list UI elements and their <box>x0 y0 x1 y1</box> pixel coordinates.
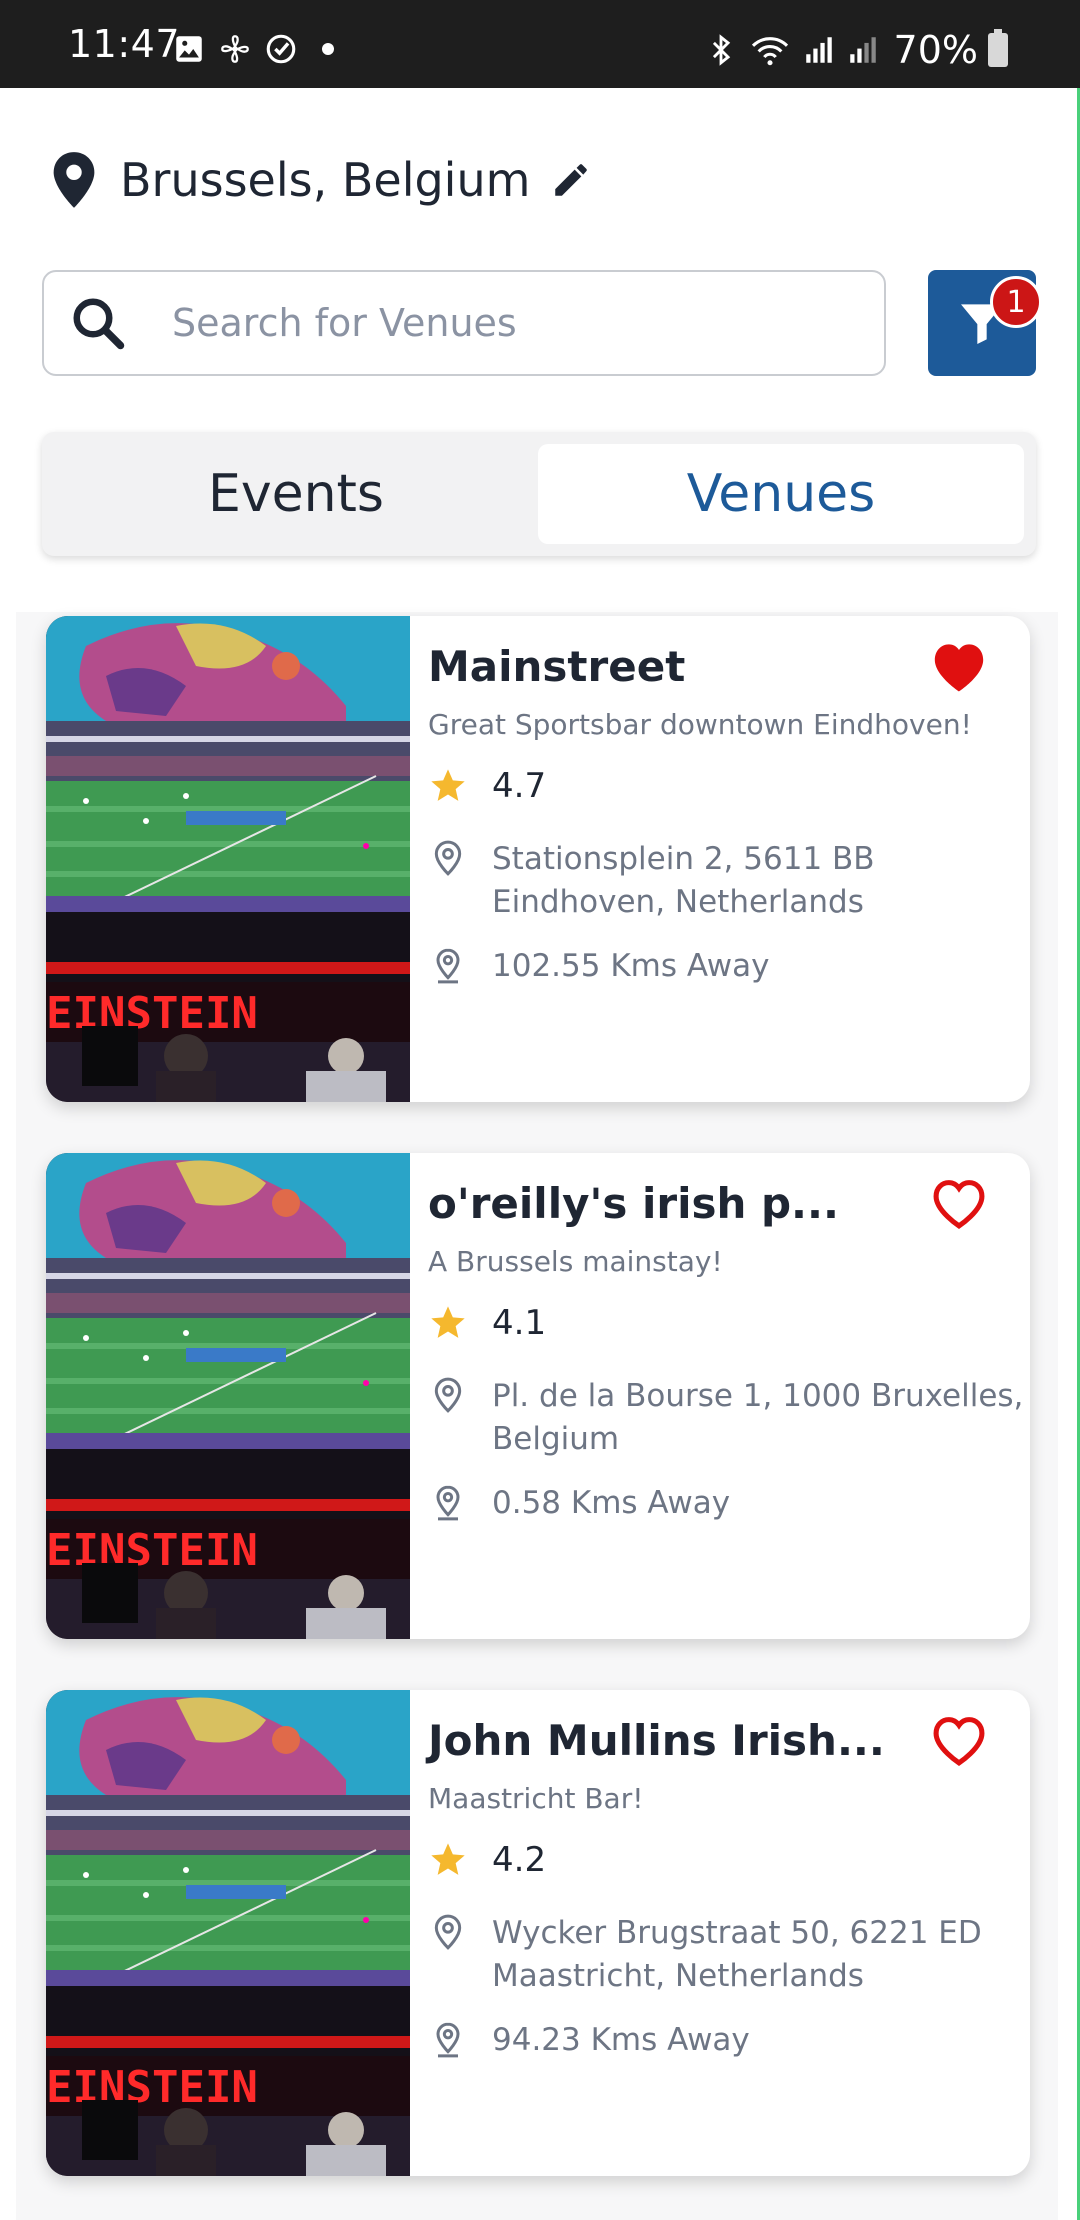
battery-icon <box>988 29 1008 67</box>
heart-filled-icon[interactable] <box>928 638 990 694</box>
wifi-icon <box>751 37 788 66</box>
distance-icon <box>428 946 468 986</box>
venue-address: Stationsplein 2, 5611 BB Eindhoven, Neth… <box>428 838 1030 924</box>
venue-card[interactable]: o'reilly's irish p... A Brussels mainsta… <box>46 1153 1030 1639</box>
venue-rating: 4.7 <box>428 766 546 806</box>
venue-address: Wycker Brugstraat 50, 6221 ED Maastricht… <box>428 1912 1030 1998</box>
map-pin-icon <box>53 152 95 208</box>
filter-button[interactable]: 1 <box>928 270 1042 376</box>
venue-image <box>46 1153 410 1639</box>
distance-icon <box>428 1483 468 1523</box>
location-selector[interactable]: Brussels, Belgium <box>48 150 592 210</box>
venue-distance: 0.58 Kms Away <box>428 1483 730 1523</box>
bluetooth-icon <box>712 34 730 66</box>
star-icon <box>428 766 468 806</box>
status-bar: 11:47 70% <box>0 0 1080 88</box>
signal-icon <box>805 37 832 63</box>
star-icon <box>428 1840 468 1880</box>
notification-dot-icon <box>322 43 334 55</box>
address-text: Wycker Brugstraat 50, 6221 ED Maastricht… <box>492 1915 982 1994</box>
check-circle-icon <box>266 34 296 64</box>
venue-distance: 94.23 Kms Away <box>428 2020 750 2060</box>
search-box[interactable] <box>42 270 886 376</box>
venue-name: John Mullins Irish... <box>428 1716 885 1765</box>
heart-outline-icon[interactable] <box>928 1175 990 1231</box>
venue-distance: 102.55 Kms Away <box>428 946 770 986</box>
star-icon <box>428 1303 468 1343</box>
address-text: Pl. de la Bourse 1, 1000 Bruxelles, Belg… <box>492 1378 1024 1457</box>
distance-text: 94.23 Kms Away <box>492 2022 750 2058</box>
gallery-icon <box>176 36 202 62</box>
location-pin-icon <box>428 1912 468 1952</box>
distance-icon <box>428 2020 468 2060</box>
distance-text: 0.58 Kms Away <box>492 1485 731 1521</box>
venue-subtitle: Great Sportsbar downtown Eindhoven! <box>428 708 972 741</box>
rating-value: 4.1 <box>492 1303 547 1343</box>
filter-count-badge: 1 <box>990 276 1042 328</box>
pencil-icon[interactable] <box>550 159 592 201</box>
venue-rating: 4.2 <box>428 1840 546 1880</box>
segmented-tabs: Events Venues <box>42 432 1036 556</box>
rating-value: 4.7 <box>492 766 547 806</box>
venue-card[interactable]: John Mullins Irish... Maastricht Bar! 4.… <box>46 1690 1030 2176</box>
venue-address: Pl. de la Bourse 1, 1000 Bruxelles, Belg… <box>428 1375 1030 1461</box>
search-input[interactable] <box>172 301 812 345</box>
location-pin-icon <box>428 838 468 878</box>
venue-image <box>46 616 410 1102</box>
rating-value: 4.2 <box>492 1840 547 1880</box>
location-pin-icon <box>428 1375 468 1415</box>
fan-icon <box>221 35 249 63</box>
venue-name: Mainstreet <box>428 642 686 691</box>
distance-text: 102.55 Kms Away <box>492 948 770 984</box>
status-left-icons <box>172 32 334 66</box>
venue-subtitle: A Brussels mainstay! <box>428 1245 723 1278</box>
address-text: Stationsplein 2, 5611 BB Eindhoven, Neth… <box>492 841 875 920</box>
signal-icon <box>849 37 876 63</box>
venue-card[interactable]: Mainstreet Great Sportsbar downtown Eind… <box>46 616 1030 1102</box>
venue-subtitle: Maastricht Bar! <box>428 1782 644 1815</box>
location-label: Brussels, Belgium <box>120 153 531 207</box>
venue-rating: 4.1 <box>428 1303 546 1343</box>
tab-events[interactable]: Events <box>54 444 538 544</box>
status-time: 11:47 <box>68 22 181 66</box>
venue-name: o'reilly's irish p... <box>428 1179 839 1228</box>
heart-outline-icon[interactable] <box>928 1712 990 1768</box>
battery-percent: 70% <box>893 28 978 72</box>
venue-image <box>46 1690 410 2176</box>
search-icon <box>73 298 125 350</box>
status-right-icons: 70% <box>704 28 1008 72</box>
tab-venues[interactable]: Venues <box>538 444 1024 544</box>
